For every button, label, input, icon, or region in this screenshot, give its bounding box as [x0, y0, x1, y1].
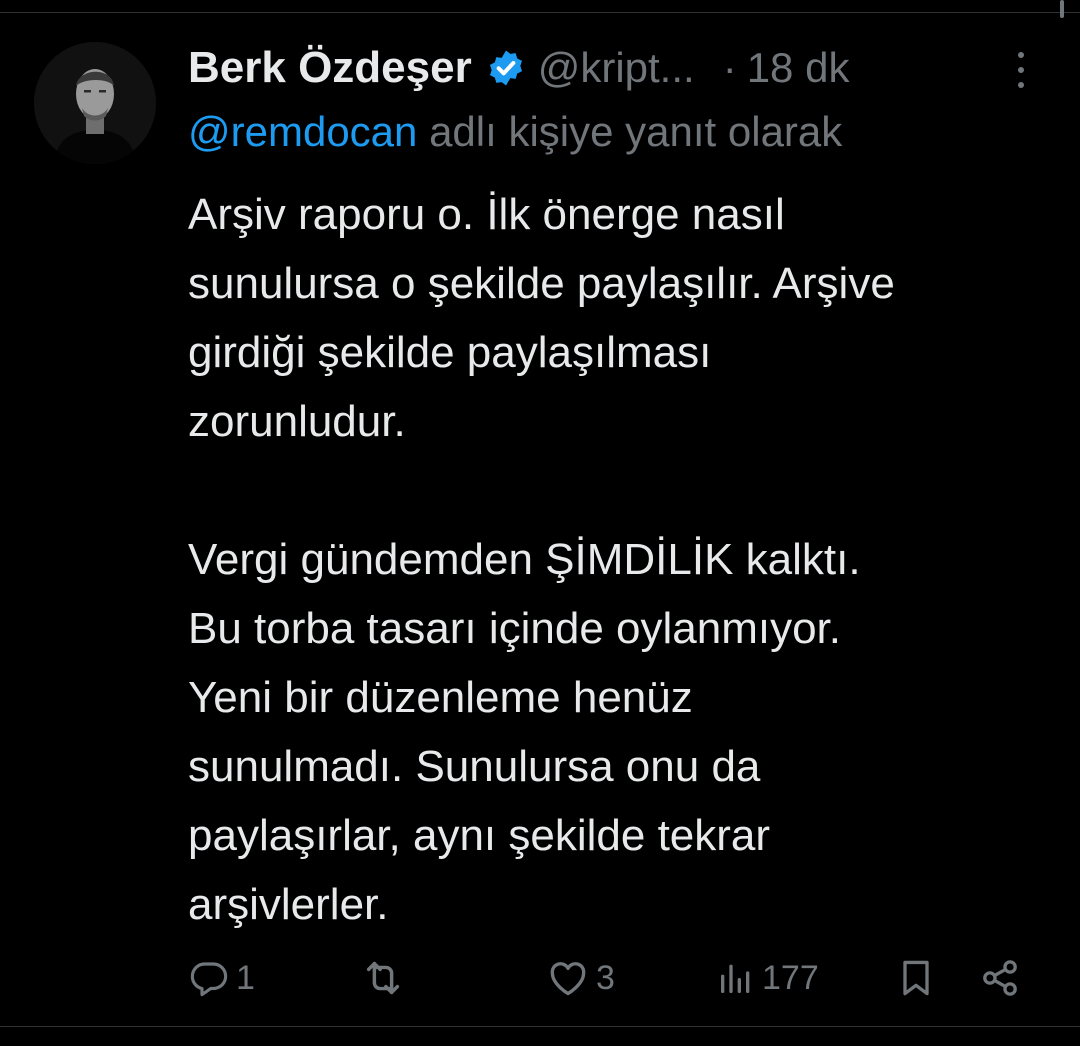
tweet-text-line: sunulursa o şekilde paylaşılır. Arşive [188, 259, 895, 308]
top-divider [0, 12, 1080, 13]
views-button[interactable]: 177 [716, 950, 819, 1006]
tweet-text-line: girdiği şekilde paylaşılması [188, 328, 712, 377]
tweet-text-line: arşivlerler. [188, 880, 389, 929]
views-icon [721, 964, 750, 993]
reply-icon [190, 962, 228, 997]
avatar-photo [34, 42, 156, 164]
reply-button[interactable]: 1 [188, 950, 255, 1006]
like-button[interactable]: 3 [546, 950, 615, 1006]
scrollbar-thumb[interactable] [1060, 0, 1064, 18]
bookmark-icon [903, 960, 929, 996]
paragraph-break [188, 456, 1048, 525]
verified-badge-icon[interactable] [486, 48, 526, 88]
repost-button[interactable] [360, 950, 412, 1006]
views-count: 177 [762, 958, 819, 997]
tweet-text-line: paylaşırlar, aynı şekilde tekrar [188, 811, 771, 860]
more-icon[interactable] [1006, 52, 1036, 88]
tweet-text-line: Yeni bir düzenleme henüz [188, 673, 693, 722]
repost-icon [366, 961, 400, 995]
tweet-text-line: sunulmadı. Sunulursa onu da [188, 742, 761, 791]
bottom-divider [0, 1026, 1080, 1027]
bookmark-button[interactable] [894, 950, 938, 1006]
tweet-text: Arşiv raporu o. İlk önerge nasıl sunulur… [188, 180, 1048, 939]
tweet-text-line: Arşiv raporu o. İlk önerge nasıl [188, 190, 785, 239]
action-bar: 1 3 177 [188, 950, 1038, 1006]
reply-mention-link[interactable]: @remdocan [188, 108, 417, 155]
author-handle[interactable]: @kript... [538, 44, 695, 92]
author-name[interactable]: Berk Özdeşer [188, 43, 472, 93]
tweet-header: Berk Özdeşer @kript... · 18 dk [188, 38, 849, 98]
reply-context: @remdocan adlı kişiye yanıt olarak [188, 108, 842, 156]
tweet-text-line: zorunludur. [188, 397, 406, 446]
like-count: 3 [596, 958, 615, 997]
tweet-text-line: Vergi gündemden ŞİMDİLİK kalktı. [188, 535, 861, 584]
timestamp[interactable]: 18 dk [747, 44, 850, 92]
share-button[interactable] [978, 950, 1022, 1006]
reply-context-label: adlı kişiye yanıt olarak [429, 108, 843, 155]
share-icon [983, 960, 1017, 996]
like-icon [550, 962, 586, 996]
reply-count: 1 [236, 958, 255, 997]
tweet-text-line: Bu torba tasarı içinde oylanmıyor. [188, 604, 841, 653]
time-separator: · [722, 44, 737, 91]
avatar[interactable] [34, 42, 156, 164]
